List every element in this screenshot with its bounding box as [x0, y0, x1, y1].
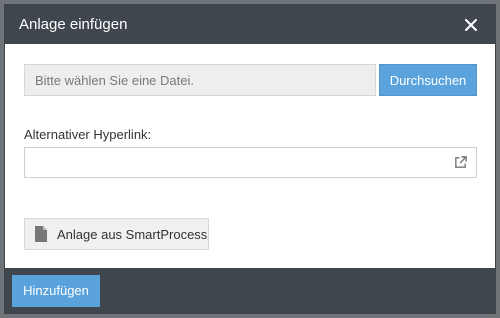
attachment-dialog: Anlage einfügen Bitte wählen Sie eine Da… [4, 4, 496, 314]
hyperlink-label: Alternativer Hyperlink: [24, 127, 152, 142]
browse-button[interactable]: Durchsuchen [379, 64, 477, 96]
file-name-field[interactable]: Bitte wählen Sie eine Datei. [24, 64, 376, 96]
dialog-footer: Hinzufügen [5, 268, 495, 313]
dialog-body: Bitte wählen Sie eine Datei. Durchsuchen… [5, 44, 495, 268]
close-button[interactable] [462, 16, 480, 34]
close-icon [465, 18, 477, 31]
external-link-icon[interactable] [453, 155, 468, 170]
hyperlink-input[interactable] [25, 148, 445, 177]
file-picker-row: Bitte wählen Sie eine Datei. Durchsuchen [24, 64, 477, 96]
dialog-title: Anlage einfügen [19, 16, 128, 33]
add-button[interactable]: Hinzufügen [12, 274, 100, 307]
hyperlink-field [24, 147, 477, 178]
smartprocess-attachment-button[interactable]: Anlage aus SmartProcess [24, 218, 209, 250]
dialog-header: Anlage einfügen [5, 5, 495, 44]
document-icon [35, 226, 47, 242]
smartprocess-button-label: Anlage aus SmartProcess [57, 226, 208, 242]
